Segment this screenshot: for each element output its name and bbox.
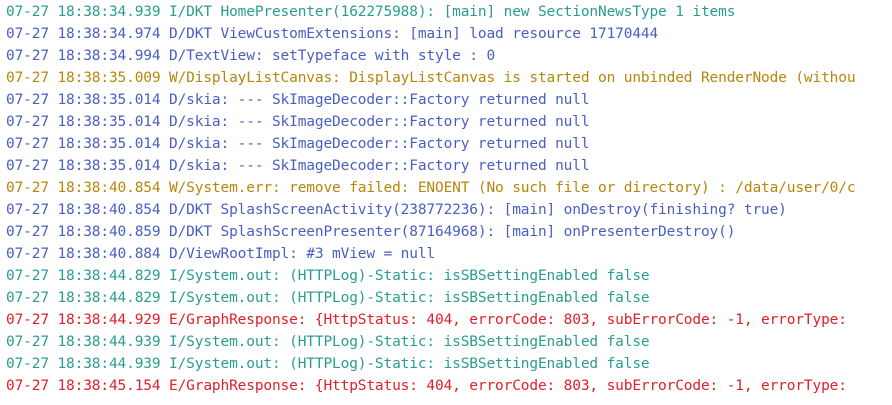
log-line: 07-27 18:38:44.939 I/System.out: (HTTPLo… [6, 334, 650, 350]
log-line: 07-27 18:38:35.014 D/skia: --- SkImageDe… [6, 136, 590, 152]
log-line: 07-27 18:38:44.929 E/GraphResponse: {Htt… [6, 312, 847, 328]
log-line: 07-27 18:38:45.154 E/GraphResponse: {Htt… [6, 378, 847, 394]
log-line: 07-27 18:38:34.974 D/DKT ViewCustomExten… [6, 26, 659, 42]
log-line: 07-27 18:38:34.994 D/TextView: setTypefa… [6, 48, 496, 64]
log-line: 07-27 18:38:35.014 D/skia: --- SkImageDe… [6, 92, 590, 108]
log-line: 07-27 18:38:40.859 D/DKT SplashScreenPre… [6, 224, 736, 240]
log-line: 07-27 18:38:40.854 D/DKT SplashScreenAct… [6, 202, 787, 218]
log-line: 07-27 18:38:44.939 I/System.out: (HTTPLo… [6, 356, 650, 372]
log-line: 07-27 18:38:35.009 W/DisplayListCanvas: … [6, 70, 856, 86]
log-line: 07-27 18:38:44.829 I/System.out: (HTTPLo… [6, 290, 650, 306]
log-line: 07-27 18:38:40.854 W/System.err: remove … [6, 180, 856, 196]
log-line: 07-27 18:38:34.939 I/DKT HomePresenter(1… [6, 4, 736, 20]
log-line: 07-27 18:38:44.829 I/System.out: (HTTPLo… [6, 268, 650, 284]
log-line: 07-27 18:38:35.014 D/skia: --- SkImageDe… [6, 114, 590, 130]
logcat-console: 07-27 18:38:34.939 I/DKT HomePresenter(1… [0, 0, 892, 405]
log-line: 07-27 18:38:35.014 D/skia: --- SkImageDe… [6, 158, 590, 174]
log-line: 07-27 18:38:40.884 D/ViewRootImpl: #3 mV… [6, 246, 435, 262]
